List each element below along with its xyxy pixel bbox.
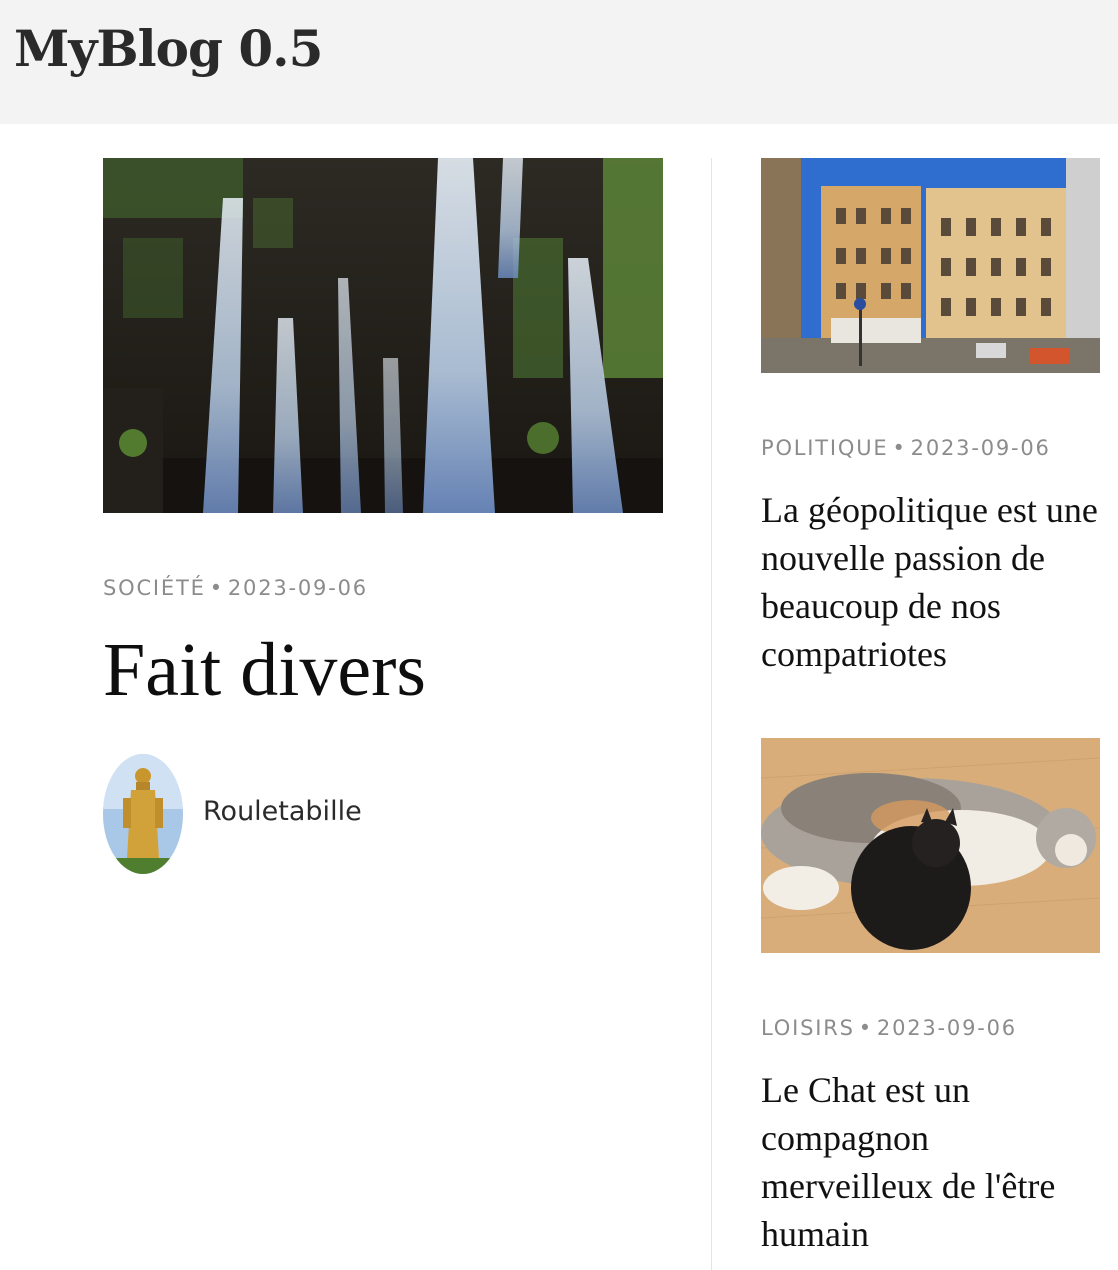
meta-separator: •: [209, 576, 224, 600]
meta-separator: •: [892, 436, 907, 460]
side-image-cats: [761, 738, 1100, 953]
author-avatar[interactable]: [103, 754, 183, 874]
side-title[interactable]: La géopolitique est une nouvelle passion…: [761, 486, 1100, 678]
side-article: POLITIQUE • 2023-09-06 La géopolitique est…: [761, 158, 1100, 674]
side-category[interactable]: POLITIQUE: [761, 436, 888, 460]
side-date: 2023-09-06: [910, 436, 1051, 460]
side-title-link[interactable]: La géopolitique est une nouvelle passion…: [761, 490, 1098, 674]
featured-image-link[interactable]: [103, 158, 663, 513]
site-title-link[interactable]: MyBlog 0.5: [14, 16, 323, 82]
side-title[interactable]: Le Chat est un compagnon merveilleux de …: [761, 1066, 1100, 1258]
author-block: Rouletabille: [103, 754, 503, 874]
avatar-buddha-image: [103, 754, 183, 874]
featured-title[interactable]: Fait divers: [103, 620, 426, 720]
side-meta: POLITIQUE • 2023-09-06: [761, 436, 1051, 460]
featured-article: SOCIÉTÉ • 2023-09-06 Fait divers Rouletabi…: [103, 158, 663, 874]
side-title-link[interactable]: Le Chat est un compagnon merveilleux de …: [761, 1070, 1055, 1254]
side-image-city: [761, 158, 1100, 373]
featured-title-link[interactable]: Fait divers: [103, 628, 426, 712]
side-meta: LOISIRS • 2023-09-06: [761, 1016, 1017, 1040]
side-date: 2023-09-06: [876, 1016, 1017, 1040]
meta-separator: •: [858, 1016, 873, 1040]
column-divider: [711, 158, 712, 1270]
featured-meta: SOCIÉTÉ • 2023-09-06: [103, 576, 368, 600]
featured-image-waterfall: [103, 158, 663, 513]
author-name-link[interactable]: Rouletabille: [203, 796, 362, 827]
side-category[interactable]: LOISIRS: [761, 1016, 855, 1040]
site-header: MyBlog 0.5: [0, 0, 1118, 124]
featured-category[interactable]: SOCIÉTÉ: [103, 576, 206, 600]
side-article: LOISIRS • 2023-09-06 Le Chat est un compag…: [761, 738, 1100, 1254]
side-image-link[interactable]: [761, 158, 1100, 373]
featured-date: 2023-09-06: [227, 576, 368, 600]
side-image-link[interactable]: [761, 738, 1100, 953]
